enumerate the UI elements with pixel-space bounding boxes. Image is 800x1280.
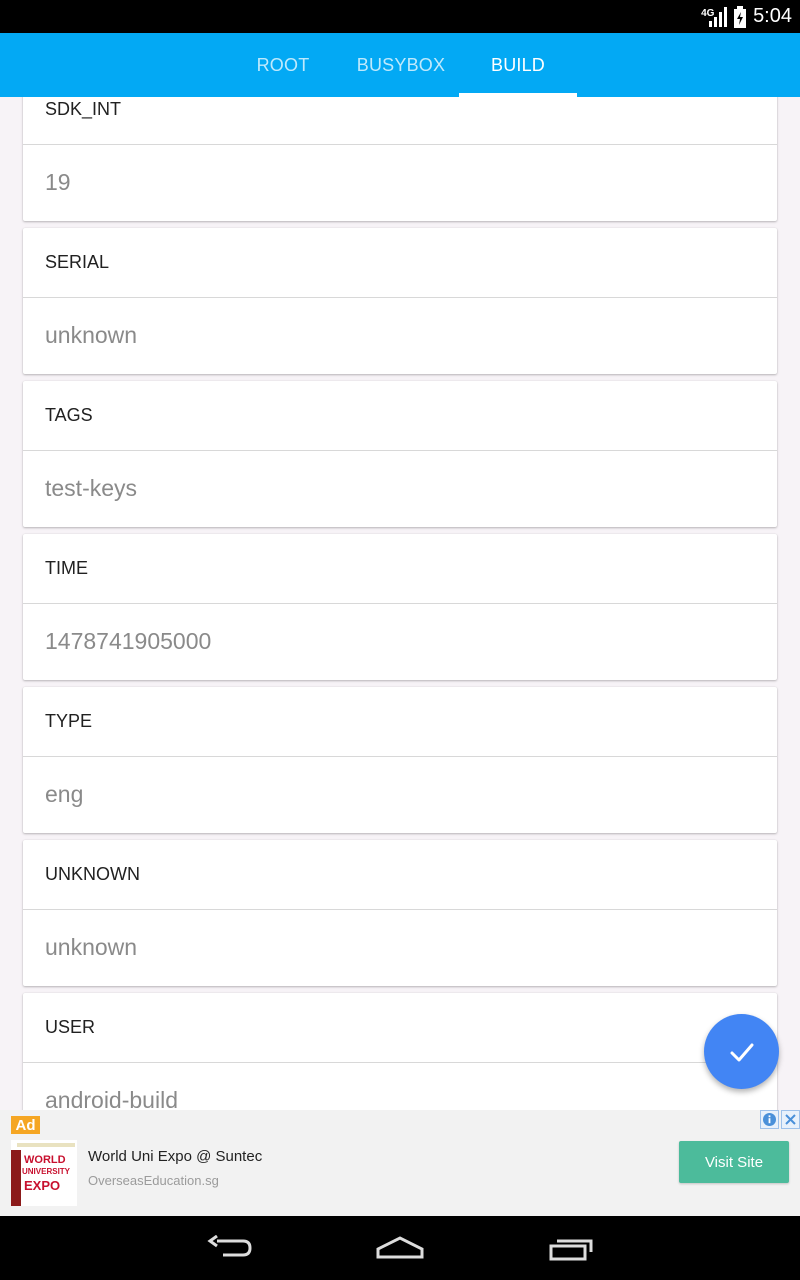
ad-source: OverseasEducation.sg — [88, 1173, 219, 1188]
confirm-fab-button[interactable] — [704, 1014, 779, 1089]
ad-image-text-2: UNIVERSITY — [22, 1167, 71, 1176]
card-divider — [23, 144, 777, 145]
card-value: android-build — [45, 1087, 178, 1110]
card-label: TAGS — [45, 405, 93, 425]
home-button[interactable] — [360, 1228, 440, 1268]
ad-image-text-1: WORLD — [24, 1154, 66, 1166]
card-value: 19 — [45, 169, 71, 195]
visit-site-button[interactable]: Visit Site — [679, 1141, 789, 1183]
navigation-bar — [0, 1216, 800, 1280]
card-value: unknown — [45, 322, 138, 348]
tab-build[interactable]: BUILD — [459, 33, 577, 97]
back-button[interactable] — [190, 1228, 270, 1268]
card-type: TYPE eng — [23, 687, 777, 833]
card-divider — [23, 297, 777, 298]
ad-badge: Ad — [11, 1116, 40, 1134]
build-info-list[interactable]: SDK_INT 19 SERIAL unknown TAGS test-keys… — [0, 97, 800, 1110]
ad-image[interactable]: WORLD UNIVERSITY EXPO — [11, 1140, 77, 1206]
tab-root[interactable]: ROOT — [234, 33, 332, 97]
card-value: 1478741905000 — [45, 628, 212, 654]
card-divider — [23, 909, 777, 910]
card-label: TYPE — [45, 711, 93, 731]
card-value: test-keys — [45, 475, 138, 501]
card-tags: TAGS test-keys — [23, 381, 777, 527]
card-label: SDK_INT — [45, 99, 122, 119]
ad-banner[interactable]: Ad WORLD UNIVERSITY EXPO World Uni Expo … — [0, 1110, 800, 1216]
card-time: TIME 1478741905000 — [23, 534, 777, 680]
back-icon — [207, 1235, 252, 1257]
card-unknown: UNKNOWN unknown — [23, 840, 777, 986]
card-value: eng — [45, 781, 84, 807]
card-label: UNKNOWN — [45, 864, 140, 884]
status-time: 5:04 — [753, 5, 792, 27]
signal-icon: 4G — [701, 6, 728, 28]
card-divider — [23, 1062, 777, 1063]
card-divider — [23, 603, 777, 604]
card-label: TIME — [45, 558, 88, 578]
status-bar: 4G 5:04 — [0, 0, 800, 33]
info-icon[interactable] — [760, 1110, 779, 1129]
tab-bar: ROOT BUSYBOX BUILD — [0, 33, 800, 97]
ad-image-text-3: EXPO — [24, 1178, 61, 1193]
ad-title[interactable]: World Uni Expo @ Suntec — [88, 1148, 262, 1165]
battery-icon — [733, 5, 747, 28]
recents-icon — [549, 1239, 593, 1261]
status-icons: 4G 5:04 — [701, 0, 792, 33]
card-serial: SERIAL unknown — [23, 228, 777, 374]
tab-busybox[interactable]: BUSYBOX — [343, 33, 459, 97]
card-label: SERIAL — [45, 252, 110, 272]
close-icon[interactable] — [781, 1110, 800, 1129]
card-divider — [23, 756, 777, 757]
home-icon — [376, 1236, 424, 1259]
card-divider — [23, 450, 777, 451]
card-user: USER android-build — [23, 993, 777, 1110]
card-value: unknown — [45, 934, 138, 960]
card-label: USER — [45, 1017, 96, 1037]
card-sdk-int: SDK_INT 19 — [23, 97, 777, 221]
check-icon — [730, 1043, 753, 1061]
ad-choices — [760, 1110, 800, 1129]
recents-button[interactable] — [531, 1228, 611, 1268]
